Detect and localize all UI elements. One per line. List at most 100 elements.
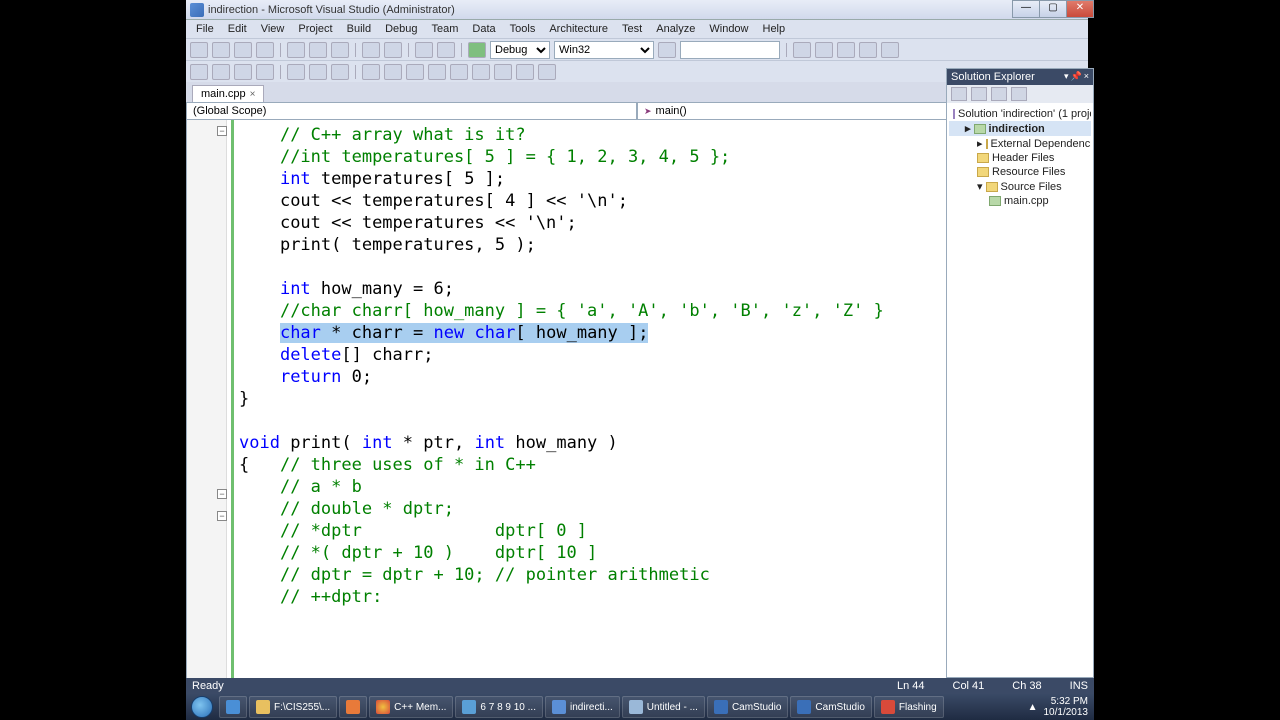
tb2-h[interactable]	[516, 64, 534, 80]
menu-build[interactable]: Build	[341, 22, 377, 36]
next-bookmark-button[interactable]	[331, 64, 349, 80]
taskbar[interactable]: F:\CIS255\... C++ Mem... 6 7 8 9 10 ... …	[186, 694, 1094, 720]
config-dropdown[interactable]: Debug	[490, 41, 550, 59]
tb2-g[interactable]	[494, 64, 512, 80]
tb2-i[interactable]	[538, 64, 556, 80]
solution-toolbar[interactable]	[947, 85, 1093, 103]
nav-back-button[interactable]	[415, 42, 433, 58]
clock[interactable]: 5:32 PM10/1/2013	[1044, 696, 1089, 718]
menu-view[interactable]: View	[255, 22, 291, 36]
refresh-button[interactable]	[991, 87, 1007, 101]
task-explorer[interactable]: F:\CIS255\...	[249, 696, 337, 718]
task-notepad[interactable]: Untitled - ...	[622, 696, 705, 718]
close-icon[interactable]: ×	[1084, 71, 1089, 83]
tb2-e[interactable]	[450, 64, 468, 80]
uncomment-button[interactable]	[212, 64, 230, 80]
task-camstudio1[interactable]: CamStudio	[707, 696, 788, 718]
save-button[interactable]	[234, 42, 252, 58]
solution-node[interactable]: Solution 'indirection' (1 project	[949, 107, 1091, 121]
close-icon[interactable]: ×	[250, 89, 256, 100]
menu-debug[interactable]: Debug	[379, 22, 423, 36]
solution-explorer[interactable]: Solution Explorer ▾📌× Solution 'indirect…	[946, 68, 1094, 678]
fold-icon[interactable]: −	[217, 126, 227, 136]
save-all-button[interactable]	[256, 42, 274, 58]
menu-help[interactable]: Help	[757, 22, 792, 36]
open-button[interactable]	[212, 42, 230, 58]
find-button[interactable]	[658, 42, 676, 58]
find-input[interactable]	[680, 41, 780, 59]
nav-fwd-button[interactable]	[437, 42, 455, 58]
tb2-a[interactable]	[362, 64, 380, 80]
tb-btn-b[interactable]	[815, 42, 833, 58]
tray-icon[interactable]: ▲	[1028, 702, 1038, 713]
menu-file[interactable]: File	[190, 22, 220, 36]
prev-bookmark-button[interactable]	[309, 64, 327, 80]
task-ie[interactable]	[219, 696, 247, 718]
menu-project[interactable]: Project	[292, 22, 338, 36]
tb-btn-d[interactable]	[859, 42, 877, 58]
fold-icon[interactable]: −	[217, 511, 227, 521]
cut-button[interactable]	[287, 42, 305, 58]
new-project-button[interactable]	[190, 42, 208, 58]
project-node[interactable]: ▸indirection	[949, 121, 1091, 136]
redo-button[interactable]	[384, 42, 402, 58]
copy-button[interactable]	[309, 42, 327, 58]
status-char: Ch 38	[1012, 680, 1041, 692]
maximize-button[interactable]: ▢	[1039, 0, 1067, 18]
start-button[interactable]	[186, 694, 218, 720]
outdent-button[interactable]	[256, 64, 274, 80]
solution-explorer-header[interactable]: Solution Explorer ▾📌×	[947, 69, 1093, 85]
menu-analyze[interactable]: Analyze	[650, 22, 701, 36]
toolbar-main[interactable]: Debug Win32	[186, 38, 1088, 60]
fold-icon[interactable]: −	[217, 489, 227, 499]
properties-button[interactable]	[951, 87, 967, 101]
tb-btn-a[interactable]	[793, 42, 811, 58]
task-flashing[interactable]: Flashing	[874, 696, 944, 718]
menu-team[interactable]: Team	[426, 22, 465, 36]
folder-header-files[interactable]: Header Files	[949, 151, 1091, 165]
undo-button[interactable]	[362, 42, 380, 58]
task-vs[interactable]: indirecti...	[545, 696, 620, 718]
minimize-button[interactable]: —	[1012, 0, 1040, 18]
menu-architecture[interactable]: Architecture	[543, 22, 614, 36]
pin-icon[interactable]: ▾	[1064, 71, 1069, 83]
task-media[interactable]	[339, 696, 367, 718]
tb-btn-c[interactable]	[837, 42, 855, 58]
pin-icon[interactable]: 📌	[1071, 71, 1082, 83]
tb2-c[interactable]	[406, 64, 424, 80]
folder-resource-files[interactable]: Resource Files	[949, 165, 1091, 179]
tab-main-cpp[interactable]: main.cpp ×	[192, 85, 264, 102]
tb2-d[interactable]	[428, 64, 446, 80]
comment-button[interactable]	[190, 64, 208, 80]
menu-tools[interactable]: Tools	[504, 22, 542, 36]
view-code-button[interactable]	[1011, 87, 1027, 101]
menu-data[interactable]: Data	[466, 22, 501, 36]
start-debug-button[interactable]	[468, 42, 486, 58]
paste-button[interactable]	[331, 42, 349, 58]
system-tray[interactable]: ▲ 5:32 PM10/1/2013	[1028, 696, 1094, 718]
tb2-b[interactable]	[384, 64, 402, 80]
close-button[interactable]: ✕	[1066, 0, 1094, 18]
scope-dropdown[interactable]: (Global Scope)	[186, 102, 637, 120]
tb2-f[interactable]	[472, 64, 490, 80]
menubar[interactable]: File Edit View Project Build Debug Team …	[186, 20, 1088, 38]
folder-external-deps[interactable]: ▸External Dependencies	[949, 136, 1091, 151]
gutter	[187, 120, 227, 709]
task-chrome[interactable]: C++ Mem...	[369, 696, 453, 718]
platform-dropdown[interactable]: Win32	[554, 41, 654, 59]
task-paint[interactable]: 6 7 8 9 10 ...	[455, 696, 543, 718]
menu-window[interactable]: Window	[703, 22, 754, 36]
status-bar: Ready Ln 44 Col 41 Ch 38 INS	[186, 678, 1094, 694]
show-all-button[interactable]	[971, 87, 987, 101]
solution-tree[interactable]: Solution 'indirection' (1 project ▸indir…	[947, 103, 1093, 212]
menu-test[interactable]: Test	[616, 22, 648, 36]
indent-button[interactable]	[234, 64, 252, 80]
status-ins: INS	[1070, 680, 1088, 692]
task-camstudio2[interactable]: CamStudio	[790, 696, 871, 718]
tb-btn-e[interactable]	[881, 42, 899, 58]
folder-source-files[interactable]: ▾Source Files	[949, 179, 1091, 194]
menu-edit[interactable]: Edit	[222, 22, 253, 36]
file-main-cpp[interactable]: main.cpp	[949, 194, 1091, 208]
change-bar	[231, 120, 234, 709]
bookmark-button[interactable]	[287, 64, 305, 80]
